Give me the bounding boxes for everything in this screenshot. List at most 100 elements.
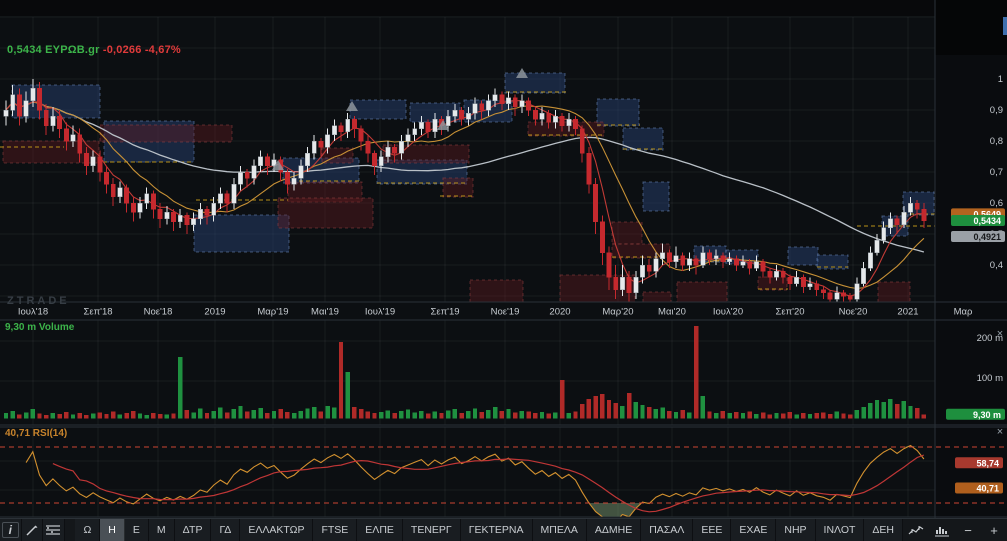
symbol-tab-ΕΛΛΑΚΤΩΡ[interactable]: ΕΛΛΑΚΤΩΡ [240, 519, 313, 541]
compare-chart-icon-button[interactable] [903, 519, 929, 541]
symbol-tab-ΜΠΕΛΑ[interactable]: ΜΠΕΛΑ [533, 519, 587, 541]
volume-bar [238, 406, 242, 419]
candle [84, 153, 88, 165]
supply-zone [194, 215, 289, 252]
candle [687, 259, 691, 265]
demand-zone [443, 178, 473, 197]
candle [4, 110, 8, 116]
volume-bar [84, 415, 88, 419]
volume-bar [788, 412, 792, 419]
symbol-tab-ΓΕΚΤΕΡΝΑ[interactable]: ΓΕΚΤΕΡΝΑ [461, 519, 533, 541]
date-tick-label: 2019 [204, 307, 225, 318]
symbol-tab-ΕΧΑΕ[interactable]: ΕΧΑΕ [731, 519, 776, 541]
candle [265, 157, 269, 166]
info-icon-button[interactable]: i [0, 519, 22, 541]
volume-bar [366, 412, 370, 419]
candle [701, 253, 705, 265]
candle [667, 253, 671, 262]
symbol-tab-ΔΕΗ[interactable]: ΔΕΗ [864, 519, 903, 541]
candle [634, 277, 638, 293]
candle [305, 153, 309, 165]
volume-histogram-icon-button[interactable] [929, 519, 955, 541]
volume-bar [794, 414, 798, 418]
candle [654, 259, 658, 271]
volume-bar [895, 404, 899, 419]
symbol-tab-ΑΔΜΗΕ[interactable]: ΑΔΜΗΕ [587, 519, 641, 541]
zoom-in-button[interactable]: + [981, 519, 1007, 541]
volume-pane-close-icon[interactable]: × [994, 328, 1006, 340]
candle [506, 98, 510, 104]
draw-icon-button[interactable] [22, 519, 44, 541]
rsi-pane-close-icon[interactable]: × [994, 426, 1006, 438]
candle [714, 256, 718, 259]
candle [681, 256, 685, 265]
candle [453, 110, 457, 116]
volume-bar [426, 414, 430, 419]
candle [493, 95, 497, 101]
candle [828, 293, 832, 299]
date-tick-label: Μαρ'20 [602, 307, 633, 318]
candle [31, 88, 35, 100]
candle [593, 184, 597, 221]
candle [433, 119, 437, 131]
scrollbar-fragment[interactable] [1003, 17, 1007, 35]
candle [292, 178, 296, 184]
volume-bar [868, 403, 872, 419]
candle [24, 101, 28, 117]
candle [620, 277, 624, 289]
symbol-tab-ΕΕΕ[interactable]: ΕΕΕ [693, 519, 731, 541]
symbol-tab-ΠΑΣΑΛ[interactable]: ΠΑΣΑΛ [641, 519, 693, 541]
symbol-tab-ΝΗΡ[interactable]: ΝΗΡ [776, 519, 815, 541]
volume-bar [768, 414, 772, 418]
candle [138, 203, 142, 212]
volume-bar [674, 412, 678, 419]
timeframe-button-Ω[interactable]: Ω [75, 519, 100, 541]
candle [466, 113, 470, 119]
symbol-tab-ΤΕΝΕΡΓ[interactable]: ΤΕΝΕΡΓ [403, 519, 461, 541]
volume-bar [500, 411, 504, 418]
symbol-tab-ΓΔ[interactable]: ΓΔ [211, 519, 240, 541]
symbol-tab-ΔΤΡ[interactable]: ΔΤΡ [175, 519, 212, 541]
candle [151, 194, 155, 210]
candle [486, 101, 490, 110]
candle [57, 116, 61, 128]
timeframe-button-Ε[interactable]: Ε [125, 519, 149, 541]
volume-bar [888, 399, 892, 419]
volume-bar [627, 393, 631, 418]
volume-bar [547, 414, 551, 419]
volume-bar [379, 412, 383, 419]
zoom-out-button[interactable]: − [955, 519, 981, 541]
timeframe-button-Μ[interactable]: Μ [149, 519, 175, 541]
symbol-tab-ΕΛΠΕ[interactable]: ΕΛΠΕ [357, 519, 403, 541]
volume-bar [681, 410, 685, 419]
volume-bar [191, 412, 195, 418]
trading-app: 10,90,80,70,60,50,4Ιουλ'18Σεπ'18Νοε'1820… [0, 0, 1007, 541]
candle [781, 271, 785, 277]
candle [674, 256, 678, 262]
supply-zone [597, 99, 639, 126]
timeframe-button-Η[interactable]: Η [100, 519, 125, 541]
candle [520, 101, 524, 107]
candle [660, 253, 664, 259]
date-tick-label: 2020 [549, 307, 570, 318]
candle [171, 212, 175, 221]
volume-bar [171, 414, 175, 419]
candle [319, 141, 323, 147]
volume-bar [506, 409, 510, 418]
volume-bar [218, 408, 222, 419]
candle [399, 141, 403, 153]
watchlist-icon-button[interactable] [43, 519, 65, 541]
symbol-tab-FTSE[interactable]: FTSE [313, 519, 357, 541]
candle [788, 277, 792, 283]
volume-bar [748, 412, 752, 419]
candle [71, 135, 75, 141]
symbol-tab-ΙΝΛΟΤ[interactable]: ΙΝΛΟΤ [816, 519, 865, 541]
volume-bar [640, 405, 644, 419]
candle [473, 104, 477, 113]
volume-bar [473, 408, 477, 418]
demand-zone [878, 282, 910, 302]
price-tick-label: 1 [998, 74, 1003, 85]
volume-bar [828, 414, 832, 419]
volume-bar [406, 410, 410, 419]
candle [446, 116, 450, 125]
